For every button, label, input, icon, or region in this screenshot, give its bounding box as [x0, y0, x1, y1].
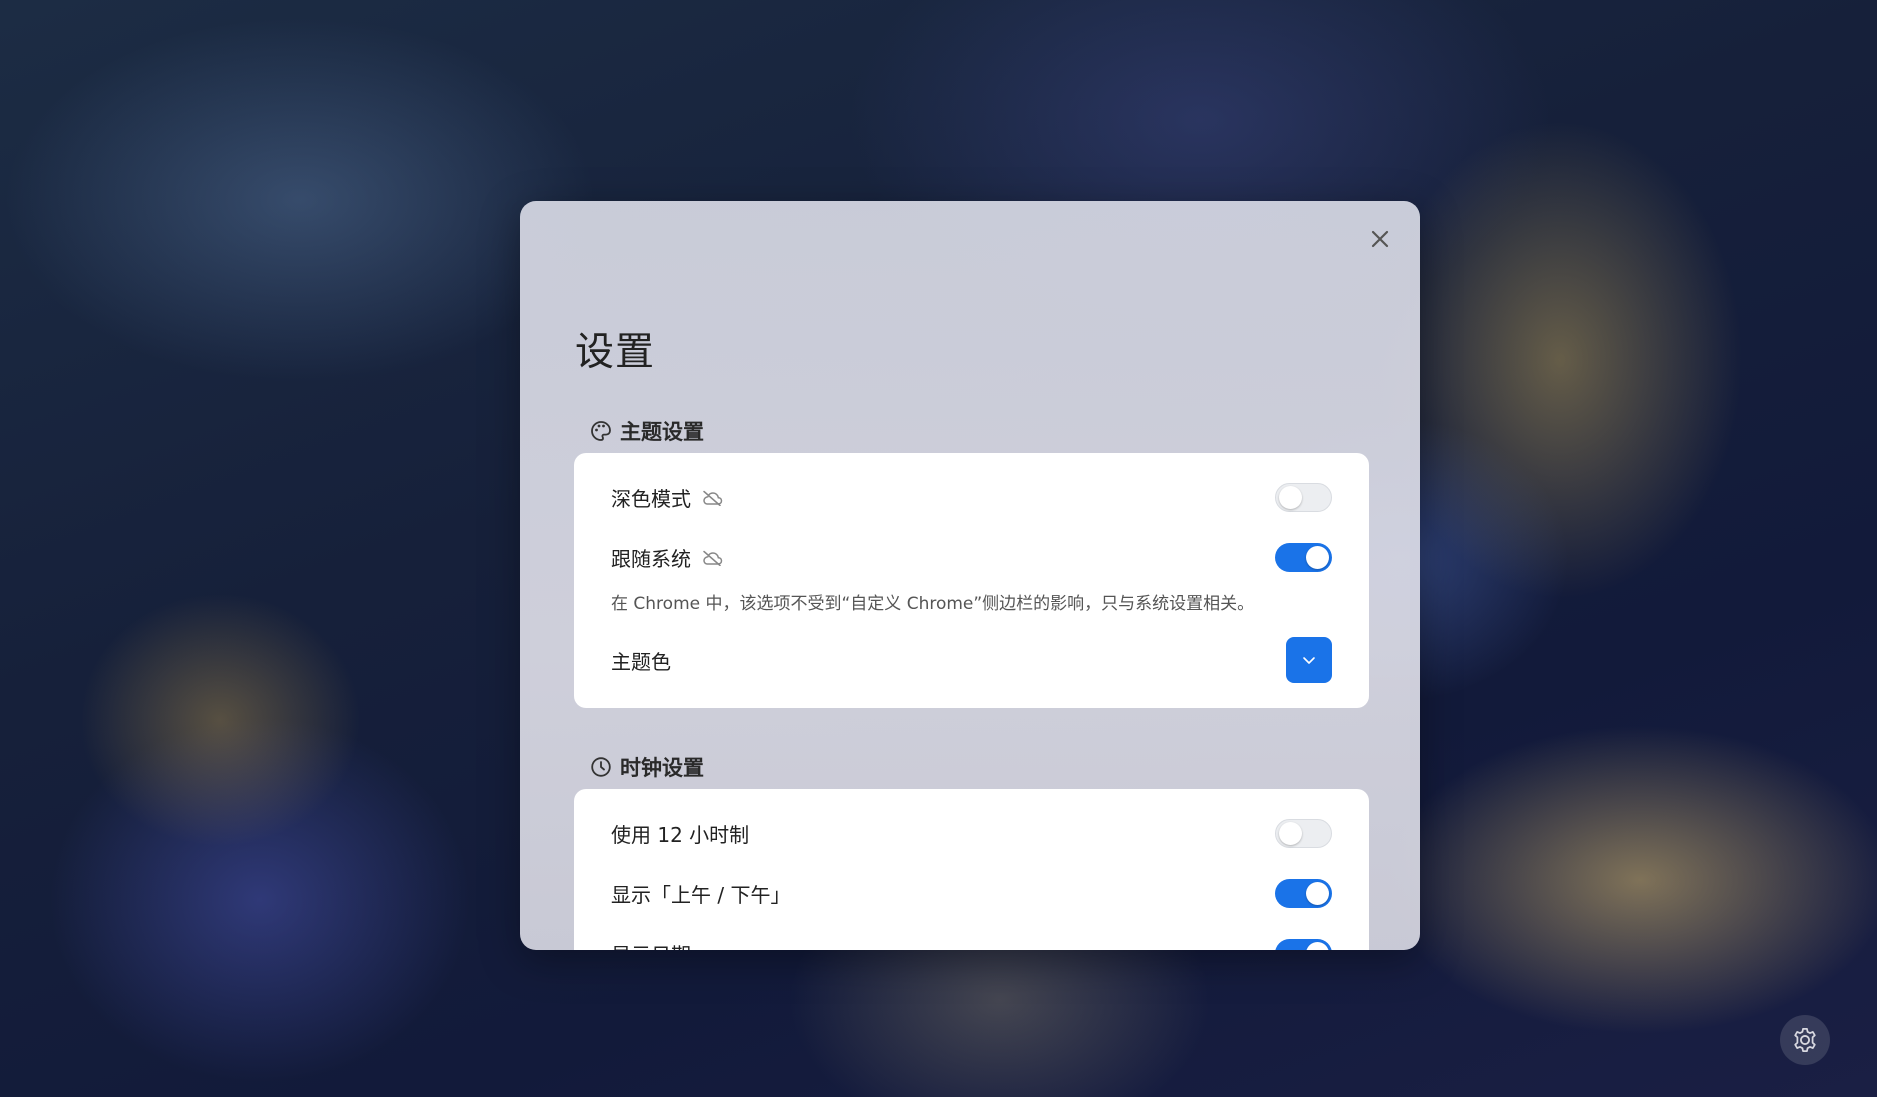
theme-color-label: 主题色 [611, 649, 671, 674]
section-header-clock: 时钟设置 [590, 752, 704, 782]
show-ampm-toggle[interactable] [1275, 879, 1332, 908]
follow-system-row: 跟随系统 [611, 543, 1332, 572]
show-ampm-row: 显示「上午 / 下午」 [611, 879, 1332, 908]
cloud-off-icon [701, 490, 723, 506]
follow-system-note: 在 Chrome 中，该选项不受到“自定义 Chrome”侧边栏的影响，只与系统… [611, 594, 1255, 614]
follow-system-label: 跟随系统 [611, 547, 691, 571]
use-12h-row: 使用 12 小时制 [611, 819, 1332, 848]
clock-settings-card: 使用 12 小时制 显示「上午 / 下午」 显示日期 [574, 789, 1369, 950]
show-date-row: 显示日期 [611, 939, 1332, 950]
gear-icon [1791, 1026, 1819, 1054]
use-12h-label: 使用 12 小时制 [611, 823, 750, 847]
show-date-label: 显示日期 [611, 939, 691, 950]
theme-color-select[interactable] [1286, 637, 1332, 683]
settings-fab-button[interactable] [1780, 1015, 1830, 1065]
dark-mode-toggle[interactable] [1275, 483, 1332, 512]
theme-settings-card: 深色模式 跟随系统 在 Chrome 中，该选项不受到“自定义 Chrome”侧… [574, 453, 1369, 708]
section-header-theme-label: 主题设置 [620, 420, 704, 444]
show-ampm-label: 显示「上午 / 下午」 [611, 883, 791, 907]
show-date-toggle[interactable] [1275, 939, 1332, 950]
use-12h-toggle[interactable] [1275, 819, 1332, 848]
theme-color-row: 主题色 [611, 637, 1332, 683]
dark-mode-row: 深色模式 [611, 483, 1332, 512]
close-button[interactable] [1362, 221, 1398, 257]
section-header-theme: 主题设置 [590, 416, 704, 446]
chevron-down-icon [1302, 655, 1316, 665]
clock-icon [590, 756, 612, 778]
settings-dialog: 设置 主题设置 深色模式 跟随系统 在 Chrome 中，该选项不受到“自定义 … [520, 201, 1420, 950]
palette-icon [590, 420, 612, 442]
close-icon [1370, 229, 1390, 249]
page-title: 设置 [575, 330, 656, 375]
dark-mode-label: 深色模式 [611, 487, 691, 511]
section-header-clock-label: 时钟设置 [620, 756, 704, 780]
cloud-off-icon [701, 550, 723, 566]
follow-system-toggle[interactable] [1275, 543, 1332, 572]
